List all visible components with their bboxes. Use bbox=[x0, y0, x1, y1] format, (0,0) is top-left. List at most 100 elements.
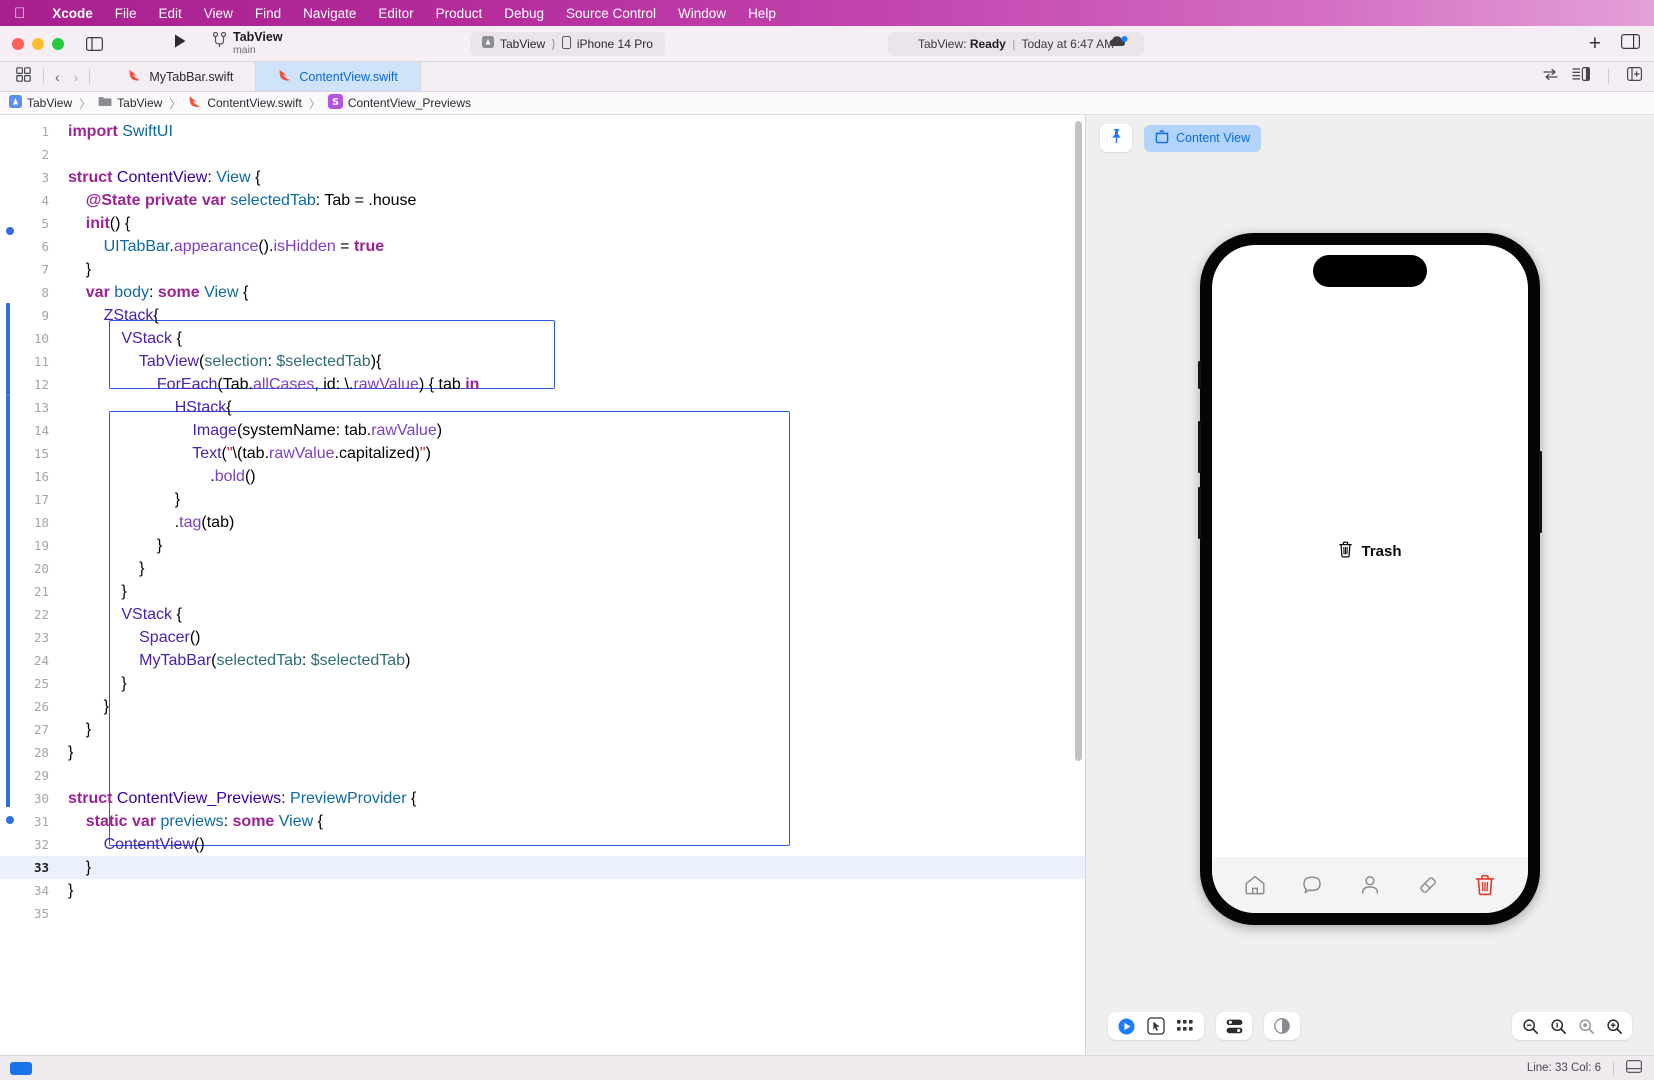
minimap-icon[interactable] bbox=[1572, 67, 1590, 86]
play-circle-icon[interactable] bbox=[1112, 1013, 1140, 1039]
code-line-16: .bold() bbox=[68, 468, 256, 485]
file-tab-label: MyTabBar.swift bbox=[149, 69, 234, 84]
chevron-right-icon[interactable]: › bbox=[67, 69, 86, 85]
zoom-controls bbox=[1512, 1012, 1632, 1040]
pin-preview-button[interactable] bbox=[1100, 124, 1132, 152]
cursor-box-icon[interactable] bbox=[1142, 1013, 1170, 1039]
breadcrumb-item-folder[interactable]: TabView bbox=[98, 96, 162, 110]
hide-debug-icon[interactable] bbox=[1626, 1060, 1643, 1076]
menu-item-help[interactable]: Help bbox=[737, 6, 787, 21]
menu-item-view[interactable]: View bbox=[193, 6, 244, 21]
add-editor-icon[interactable] bbox=[1627, 67, 1643, 86]
tab-house-icon[interactable] bbox=[1243, 873, 1267, 897]
cloud-status-icon[interactable] bbox=[1108, 34, 1128, 54]
toolbar-right-controls: + bbox=[1589, 33, 1640, 54]
apple-logo-icon[interactable]:  bbox=[14, 6, 25, 21]
phone-content-area: Trash bbox=[1212, 245, 1528, 857]
code-line-15: Text("\(tab.rawValue.capitalized)") bbox=[192, 445, 431, 462]
minimize-button[interactable] bbox=[32, 37, 44, 50]
iphone-preview-device[interactable]: Trash bbox=[1198, 233, 1542, 925]
code-line-10: VStack { bbox=[121, 330, 182, 347]
magnifier-100-icon[interactable] bbox=[1572, 1013, 1600, 1039]
line-number: 7 bbox=[41, 262, 49, 277]
chevron-left-icon[interactable]: ‹ bbox=[48, 69, 67, 85]
code-text[interactable]: import SwiftUI struct ContentView: View … bbox=[68, 120, 479, 925]
device-settings-icon[interactable] bbox=[1220, 1013, 1248, 1039]
left-panel-icon[interactable] bbox=[86, 36, 104, 51]
destination-selector[interactable]: TabView ⟩ iPhone 14 Pro bbox=[470, 31, 665, 56]
branch-icon bbox=[212, 32, 227, 54]
destination-device: iPhone 14 Pro bbox=[576, 36, 653, 51]
preview-box-icon bbox=[1155, 130, 1169, 147]
preview-name-chip[interactable]: Content View bbox=[1144, 124, 1262, 152]
right-panel-icon[interactable] bbox=[1621, 33, 1640, 54]
code-area[interactable]: 1 2 3 4 5 6 7 8 9 10 11 12 13 14 15 16 1 bbox=[0, 115, 1085, 1055]
scheme-selector[interactable]: TabView main bbox=[212, 31, 283, 55]
menu-item-edit[interactable]: Edit bbox=[148, 6, 193, 21]
code-line-6: UITabBar.appearance().isHidden = true bbox=[103, 238, 385, 255]
breadcrumb-item-project[interactable]: TabView bbox=[9, 95, 72, 111]
code-line-4: @State private var selectedTab: Tab = .h… bbox=[85, 192, 417, 209]
color-scheme-icon[interactable] bbox=[1268, 1013, 1296, 1039]
menu-item-find[interactable]: Find bbox=[244, 6, 292, 21]
divider bbox=[89, 69, 91, 84]
tab-eraser-icon[interactable] bbox=[1416, 873, 1440, 897]
xcode-window: TabView main TabView ⟩ iPhone 14 Pro Tab… bbox=[0, 26, 1654, 1080]
selected-tab-label: Trash bbox=[1361, 542, 1402, 560]
variants-grid-icon[interactable] bbox=[1172, 1013, 1200, 1039]
tab-message-icon[interactable] bbox=[1300, 873, 1324, 897]
phone-screen[interactable]: Trash bbox=[1212, 245, 1528, 913]
magnifier-minus-icon[interactable] bbox=[1516, 1013, 1544, 1039]
preview-canvas: Content View Trash bbox=[1085, 115, 1654, 1055]
menu-item-window[interactable]: Window bbox=[667, 6, 737, 21]
code-line-21: } bbox=[68, 583, 127, 600]
add-button[interactable]: + bbox=[1589, 33, 1601, 54]
line-number: 24 bbox=[33, 653, 49, 668]
file-tab-label: ContentView.swift bbox=[299, 69, 398, 84]
jump-bar-icon[interactable] bbox=[10, 1061, 32, 1075]
canvas-top-bar: Content View bbox=[1086, 115, 1654, 161]
line-number: 6 bbox=[41, 239, 49, 254]
swap-editor-icon[interactable] bbox=[1543, 68, 1558, 86]
menu-item-editor[interactable]: Editor bbox=[367, 6, 424, 21]
swift-file-icon bbox=[128, 68, 142, 85]
code-line-28: } bbox=[68, 744, 74, 761]
power-button bbox=[1539, 451, 1542, 533]
menu-item-file[interactable]: File bbox=[104, 6, 148, 21]
run-button[interactable] bbox=[173, 33, 187, 54]
line-number: 3 bbox=[41, 170, 49, 185]
line-number: 5 bbox=[41, 216, 49, 231]
tab-person-icon[interactable] bbox=[1358, 873, 1382, 897]
divider bbox=[1608, 69, 1609, 84]
swift-file-icon bbox=[278, 68, 292, 85]
tab-trash-icon[interactable] bbox=[1473, 873, 1497, 897]
code-line-18: .tag(tab) bbox=[68, 514, 235, 531]
line-number: 25 bbox=[33, 676, 49, 691]
maximize-button[interactable] bbox=[52, 37, 64, 50]
editor-tab-bar: ‹ › MyTabBar.swift ContentView.swift bbox=[0, 62, 1654, 92]
tab-grid-icon[interactable] bbox=[8, 66, 39, 87]
breadcrumb-item-symbol[interactable]: S ContentView_Previews bbox=[327, 94, 471, 112]
file-tab-mytabbar[interactable]: MyTabBar.swift bbox=[106, 62, 257, 91]
window-controls bbox=[12, 37, 64, 50]
menu-item-source-control[interactable]: Source Control bbox=[555, 6, 667, 21]
divider bbox=[1613, 1061, 1614, 1075]
source-editor[interactable]: 1 2 3 4 5 6 7 8 9 10 11 12 13 14 15 16 1 bbox=[0, 115, 1085, 1055]
code-line-1: import SwiftUI bbox=[68, 123, 173, 140]
close-button[interactable] bbox=[12, 37, 24, 50]
file-tab-contentview[interactable]: ContentView.swift bbox=[256, 62, 421, 91]
line-number: 15 bbox=[33, 446, 49, 461]
menu-item-xcode[interactable]: Xcode bbox=[41, 6, 104, 21]
magnifier-plus-icon[interactable] bbox=[1600, 1013, 1628, 1039]
editor-scrollbar[interactable] bbox=[1075, 121, 1082, 761]
folder-icon bbox=[98, 96, 112, 110]
device-settings-controls bbox=[1216, 1012, 1252, 1040]
volume-down-button bbox=[1198, 487, 1201, 539]
line-number: 14 bbox=[33, 423, 49, 438]
magnifier-fit-icon[interactable] bbox=[1544, 1013, 1572, 1039]
menu-item-navigate[interactable]: Navigate bbox=[292, 6, 367, 21]
menu-item-product[interactable]: Product bbox=[425, 6, 494, 21]
menu-item-debug[interactable]: Debug bbox=[493, 6, 555, 21]
line-number: 9 bbox=[41, 308, 49, 323]
breadcrumb-item-file[interactable]: ContentView.swift bbox=[188, 95, 302, 111]
